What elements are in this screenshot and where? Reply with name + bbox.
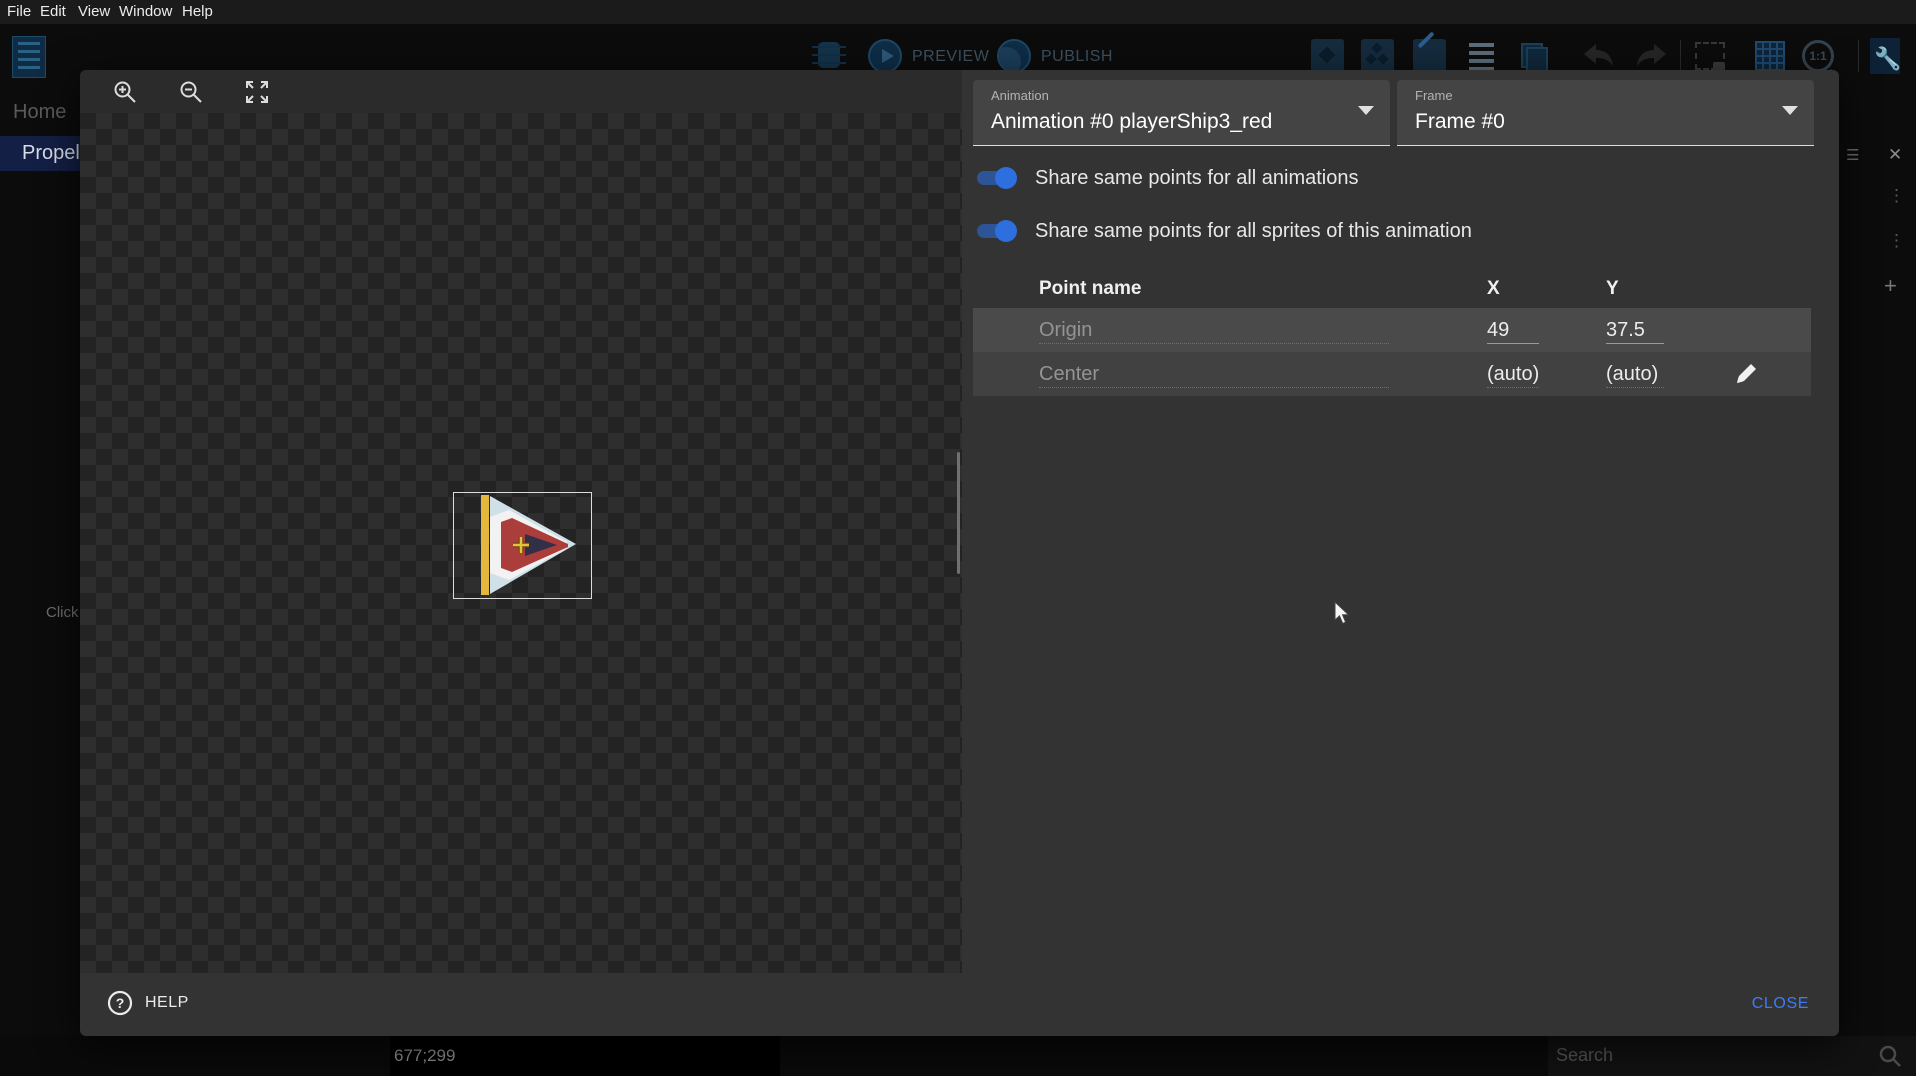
col-y: Y [1606,278,1619,300]
toolbar-separator [1680,40,1681,72]
animation-select-value: Animation #0 playerShip3_red [991,110,1272,134]
col-point-name: Point name [1039,278,1141,300]
share-points-sprites-toggle[interactable] [975,218,1017,244]
frame-select-value: Frame #0 [1415,110,1505,134]
add-icon[interactable]: + [1884,273,1897,299]
help-button[interactable]: ? HELP [107,990,189,1016]
help-label: HELP [145,994,189,1012]
selection-tool-icon[interactable] [1695,42,1725,70]
dialog-footer: ? HELP CLOSE [80,973,1839,1036]
coordinates-value: 677;299 [394,1046,455,1066]
scene-settings-icon[interactable]: 🔧 [1870,38,1900,74]
canvas-scrollbar[interactable] [957,452,960,574]
application-window: PREVIEW PUBLISH 1:1 🔧 Home Propel Click … [0,0,1916,1076]
zoom-in-icon[interactable] [112,79,138,105]
menu-help[interactable]: Help [182,3,213,20]
debug-icon[interactable] [818,42,840,68]
publish-button[interactable]: PUBLISH [1041,48,1113,66]
menu-bar: File Edit View Window Help [0,0,1916,24]
tab-properties[interactable]: Propel [0,136,88,171]
share-points-sprites-label: Share same points for all sprites of thi… [1035,220,1472,243]
share-points-animations-label: Share same points for all animations [1035,167,1359,190]
search-icon [1878,1044,1902,1068]
sprite-canvas[interactable] [80,70,962,973]
menu-file[interactable]: File [7,3,31,20]
zoom-out-icon[interactable] [178,79,204,105]
help-question-icon: ? [107,990,133,1016]
frame-select-label: Frame [1415,88,1453,103]
share-points-animations-row: Share same points for all animations [975,164,1359,192]
point-x-field[interactable]: (auto) [1487,360,1539,388]
animation-select-label: Animation [991,88,1049,103]
canvas-toolbar [80,70,962,113]
sprite-frame[interactable] [453,492,592,599]
close-panel-icon[interactable]: ✕ [1888,145,1902,165]
toolbar-separator [1858,40,1859,72]
points-panel: Animation Animation #0 playerShip3_red F… [962,70,1839,973]
grid-icon[interactable] [1755,41,1785,71]
status-bar: 677;299 Search [0,1036,1916,1076]
zoom-1-1-icon[interactable]: 1:1 [1802,40,1834,72]
share-points-animations-toggle[interactable] [975,165,1017,191]
menu-edit[interactable]: Edit [40,3,66,20]
col-x: X [1487,278,1500,300]
close-button[interactable]: CLOSE [1752,995,1809,1013]
publish-globe-icon[interactable] [997,39,1031,73]
point-x-field[interactable]: 49 [1487,316,1539,344]
search-input[interactable]: Search [1548,1036,1916,1076]
animation-select[interactable]: Animation Animation #0 playerShip3_red [973,80,1390,146]
share-points-sprites-row: Share same points for all sprites of thi… [975,217,1472,245]
edit-points-dialog: Animation Animation #0 playerShip3_red F… [80,70,1839,1036]
undo-icon[interactable] [1582,42,1616,70]
edit-scene-icon[interactable] [1413,39,1446,72]
filter-icon[interactable]: ☰ [1846,146,1859,164]
overflow-menu-icon[interactable]: ⋮ [1888,186,1905,206]
point-crosshair-marker[interactable] [511,535,531,555]
frame-select[interactable]: Frame Frame #0 [1397,80,1814,146]
fit-to-screen-icon[interactable] [244,79,270,105]
project-manager-icon[interactable] [12,36,46,78]
point-name-field[interactable]: Origin [1039,316,1389,344]
table-row-center[interactable]: Center (auto) (auto) [973,352,1811,396]
points-table: Point name X Y Origin 49 37.5 Center (au… [973,270,1811,396]
search-placeholder: Search [1556,1045,1613,1066]
menu-view[interactable]: View [78,3,110,20]
edit-point-pencil-icon[interactable] [1733,361,1759,387]
point-name-field[interactable]: Center [1039,360,1389,388]
point-y-field[interactable]: 37.5 [1606,316,1664,344]
menu-window[interactable]: Window [119,3,172,20]
instances-icon[interactable] [1361,39,1394,72]
table-row-origin[interactable]: Origin 49 37.5 [973,308,1811,352]
tab-properties-label: Propel [22,142,80,165]
add-object-icon[interactable] [1311,39,1344,72]
chevron-down-icon [1358,106,1374,115]
properties-list-icon[interactable] [1465,39,1498,72]
points-table-header: Point name X Y [973,270,1811,308]
layers-icon[interactable] [1517,39,1550,72]
overflow-menu-icon[interactable]: ⋮ [1888,231,1905,251]
background-hint-text: Click [46,604,79,621]
coordinates-field[interactable]: 677;299 [390,1036,780,1076]
svg-text:?: ? [116,995,125,1011]
preview-play-icon[interactable] [868,39,902,73]
point-y-field[interactable]: (auto) [1606,360,1664,388]
redo-icon[interactable] [1634,42,1668,70]
chevron-down-icon [1782,106,1798,115]
tab-home[interactable]: Home [13,101,66,124]
preview-button[interactable]: PREVIEW [912,48,989,66]
